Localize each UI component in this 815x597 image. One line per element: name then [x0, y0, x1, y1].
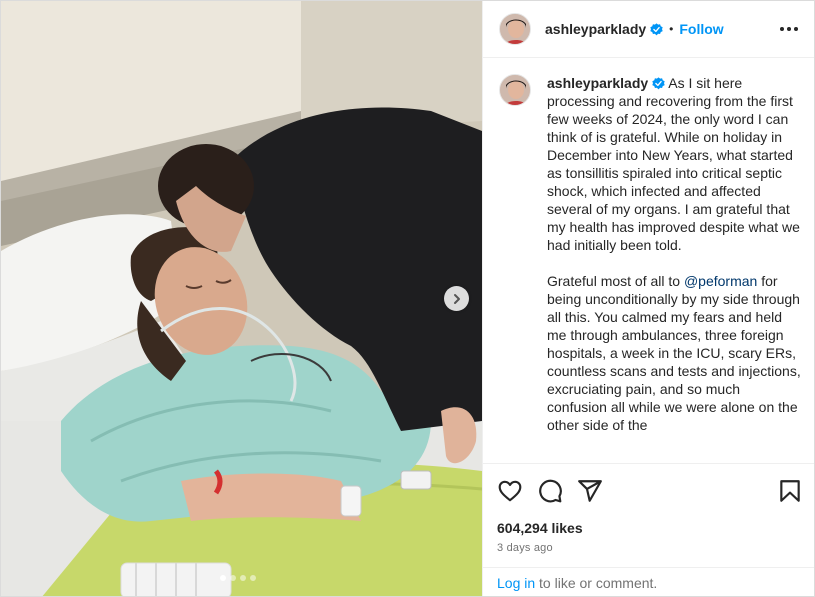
login-suffix: to like or comment.	[535, 575, 658, 591]
photo-illustration	[1, 1, 482, 596]
verified-badge-icon	[650, 22, 663, 35]
caption-paragraph: Grateful most of all to @peforman for be…	[547, 272, 801, 434]
carousel-dot	[250, 575, 256, 581]
more-options-button[interactable]	[777, 17, 801, 41]
caption-section: ashleyparklady As I sit here processing …	[483, 58, 814, 463]
profile-picture	[500, 14, 530, 44]
login-prompt: Log in to like or comment.	[483, 567, 814, 596]
caption-username[interactable]: ashleyparklady	[547, 75, 648, 91]
separator-dot: •	[669, 22, 674, 36]
carousel-dot	[240, 575, 246, 581]
heart-icon[interactable]	[497, 478, 523, 504]
caption-paragraph: ashleyparklady As I sit here processing …	[547, 74, 801, 254]
caption-text: ashleyparklady As I sit here processing …	[547, 74, 801, 452]
caption-body-2a: Grateful most of all to	[547, 273, 684, 289]
action-bar	[497, 478, 803, 506]
carousel-dot-active	[220, 575, 226, 581]
actions-section: 604,294 likes 3 days ago	[483, 463, 814, 567]
likes-count[interactable]: 604,294 likes	[497, 520, 583, 536]
header-username[interactable]: ashleyparklady	[545, 21, 646, 37]
profile-picture	[500, 75, 530, 105]
chevron-right-icon	[453, 293, 460, 304]
caption-body-1: As I sit here processing and recovering …	[547, 75, 800, 253]
carousel-indicator	[220, 575, 256, 581]
caption: ashleyparklady As I sit here processing …	[499, 74, 801, 452]
carousel-dot	[230, 575, 236, 581]
share-icon[interactable]	[577, 478, 603, 504]
post-dialog: ashleyparklady • Follow ashleyparklady A…	[0, 0, 815, 597]
mention-link[interactable]: @peforman	[684, 273, 757, 289]
follow-button[interactable]: Follow	[679, 21, 723, 37]
comment-icon[interactable]	[537, 478, 563, 504]
post-side-panel: ashleyparklady • Follow ashleyparklady A…	[482, 1, 814, 596]
caption-body-2b: for being unconditionally by my side thr…	[547, 273, 801, 433]
verified-badge-icon	[652, 77, 665, 90]
bookmark-icon[interactable]	[777, 478, 803, 504]
more-horizontal-icon	[780, 27, 798, 31]
post-photo	[1, 1, 482, 596]
login-link[interactable]: Log in	[497, 575, 535, 591]
post-timestamp[interactable]: 3 days ago	[497, 542, 553, 554]
post-header: ashleyparklady • Follow	[483, 1, 814, 58]
avatar[interactable]	[499, 13, 531, 45]
next-slide-button[interactable]	[444, 286, 469, 311]
avatar[interactable]	[499, 74, 531, 106]
